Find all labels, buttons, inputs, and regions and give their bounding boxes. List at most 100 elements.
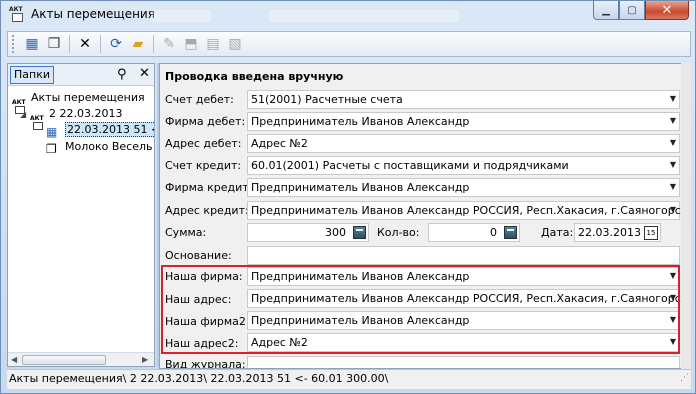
close-window-button[interactable]: ✕: [645, 1, 689, 20]
tree-node-group[interactable]: ◢ АКТ 2 22.03.2013: [20, 106, 123, 130]
chevron-down-icon[interactable]: ▼: [670, 138, 676, 147]
debit-account-label: Счет дебет:: [165, 93, 234, 106]
basis-input[interactable]: [247, 246, 680, 265]
quantity-input[interactable]: 0: [428, 223, 520, 242]
chevron-down-icon[interactable]: ▼: [670, 94, 676, 103]
debit-address-select[interactable]: Адрес №2 ▼: [247, 134, 680, 153]
maximize-icon: ▢: [627, 4, 637, 16]
scrollbar-thumb[interactable]: [22, 355, 106, 365]
window-title: Акты перемещения: [31, 7, 155, 21]
folders-pane: Папки ⚲ ✕ АКТ Акты перемещения ◢ АКТ 2 22.0…: [7, 63, 155, 367]
sum-input[interactable]: 300: [247, 223, 369, 242]
refresh-icon: ⟳: [110, 36, 122, 52]
post-icon: ▤: [206, 36, 220, 52]
calculator-icon[interactable]: [504, 226, 517, 239]
calculator-icon[interactable]: [353, 226, 366, 239]
status-bar: Акты перемещения\ 2 22.03.2013\ 22.03.20…: [7, 369, 691, 389]
sum-value: 300: [325, 226, 346, 239]
quantity-label: Кол-во:: [377, 226, 420, 239]
basis-label: Основание:: [165, 249, 232, 262]
unpost-icon: ▧: [228, 36, 242, 52]
close-icon[interactable]: ✕: [139, 66, 150, 81]
highlight-box: [161, 265, 680, 354]
debit-account-value: 51(2001) Расчетные счета: [251, 93, 403, 106]
scroll-left-icon[interactable]: ◀: [11, 355, 17, 364]
title-bar: АКТ Акты перемещения ▁ ▢ ✕: [1, 1, 695, 29]
act-doc-icon: АКТ: [30, 116, 46, 130]
new-doc-button[interactable]: ▦: [21, 34, 43, 54]
chevron-down-icon[interactable]: ▼: [670, 205, 676, 214]
sum-label: Сумма:: [165, 226, 207, 239]
credit-account-label: Счет кредит:: [165, 159, 242, 172]
stamp-icon: ⬒: [184, 36, 198, 52]
credit-firm-select[interactable]: Предприниматель Иванов Александр ▼: [247, 178, 680, 197]
expand-arrow-icon[interactable]: ◢: [20, 107, 30, 123]
delete-icon: ✕: [79, 36, 91, 52]
debit-account-select[interactable]: 51(2001) Расчетные счета ▼: [247, 90, 680, 109]
stamp-button[interactable]: ⬒: [180, 34, 202, 54]
tree-node-root[interactable]: АКТ Акты перемещения: [12, 90, 145, 114]
title-icon-text: АКТ: [9, 6, 23, 13]
entry-doc-icon: ▦: [46, 125, 58, 139]
toolbar-grip[interactable]: [12, 35, 15, 53]
tree-node-selected[interactable]: ▦ 22.03.2013 51 <: [46, 122, 154, 139]
credit-firm-label: Фирма кредит:: [165, 181, 253, 194]
form-heading: Проводка введена вручную: [165, 70, 344, 83]
eraser-button[interactable]: ✎: [158, 34, 180, 54]
tree-node-item[interactable]: ❐ Молоко Весель: [46, 139, 153, 156]
eraser-icon: ✎: [163, 36, 175, 52]
minimize-icon: ▁: [602, 4, 610, 16]
chevron-down-icon[interactable]: ▼: [670, 116, 676, 125]
unpost-button[interactable]: ▧: [224, 34, 246, 54]
new-doc-icon: ▦: [25, 36, 39, 52]
calendar-icon[interactable]: 15: [644, 226, 658, 240]
journal-type-select[interactable]: [247, 356, 680, 368]
copy-icon: ❐: [47, 36, 61, 52]
debit-firm-select[interactable]: Предприниматель Иванов Александр ▼: [247, 112, 680, 131]
horizontal-scrollbar[interactable]: ◀ ▶: [8, 352, 154, 366]
copy-button[interactable]: ❐: [43, 34, 65, 54]
chevron-down-icon[interactable]: ▼: [670, 160, 676, 169]
credit-account-value: 60.01(2001) Расчеты с поставщиками и под…: [251, 159, 569, 172]
chevron-down-icon[interactable]: ▼: [670, 182, 676, 191]
tree-node-label: 2 22.03.2013: [49, 107, 123, 120]
credit-address-select[interactable]: Предприниматель Иванов Александр РОССИЯ,…: [247, 201, 687, 220]
resize-grip-icon[interactable]: ⋰: [680, 369, 689, 387]
credit-address-label: Адрес кредит:: [165, 204, 249, 217]
minimize-button[interactable]: ▁: [593, 1, 619, 20]
journal-type-label: Вид журнала:: [165, 358, 246, 369]
tree-node-label: Молоко Весель: [65, 140, 153, 153]
debit-address-label: Адрес дебет:: [165, 137, 242, 150]
tree-node-label: 22.03.2013 51 <: [65, 122, 154, 137]
toolbar: ▦ ❐ ✕ ⟳ ▰ ✎ ⬒ ▤ ▧: [7, 31, 691, 57]
credit-firm-value: Предприниматель Иванов Александр: [251, 181, 470, 194]
credit-account-select[interactable]: 60.01(2001) Расчеты с поставщиками и под…: [247, 156, 680, 175]
folder-button[interactable]: ▰: [127, 34, 149, 54]
post-button[interactable]: ▤: [202, 34, 224, 54]
delete-button[interactable]: ✕: [74, 34, 96, 54]
credit-address-value: Предприниматель Иванов Александр РОССИЯ,…: [251, 204, 688, 217]
status-text: Акты перемещения\ 2 22.03.2013\ 22.03.20…: [9, 372, 389, 385]
binoculars-icon[interactable]: ⚲: [117, 67, 127, 82]
date-value: 22.03.2013: [578, 226, 641, 239]
folder-icon: ▰: [132, 36, 144, 52]
window-controls: ▁ ▢ ✕: [593, 1, 689, 20]
date-label: Дата:: [541, 226, 574, 239]
scroll-right-icon[interactable]: ▶: [142, 355, 148, 364]
tree-node-label: Акты перемещения: [31, 91, 145, 104]
debit-firm-value: Предприниматель Иванов Александр: [251, 115, 470, 128]
vertical-scrollbar[interactable]: [681, 63, 691, 369]
refresh-button[interactable]: ⟳: [105, 34, 127, 54]
date-input[interactable]: 22.03.2013 15: [574, 223, 661, 242]
close-icon: ✕: [661, 2, 673, 18]
folder-tree: АКТ Акты перемещения ◢ АКТ 2 22.03.2013 ▦ 22…: [8, 88, 154, 352]
app-window: АКТ Акты перемещения ▁ ▢ ✕ ▦ ❐ ✕ ⟳ ▰ ✎ ⬒…: [0, 0, 696, 394]
debit-address-value: Адрес №2: [251, 137, 308, 150]
folders-pane-header: Папки ⚲ ✕: [8, 64, 154, 86]
maximize-button[interactable]: ▢: [619, 1, 645, 20]
debit-firm-label: Фирма дебет:: [165, 115, 246, 128]
quantity-value: 0: [490, 226, 497, 239]
folders-tab[interactable]: Папки: [10, 66, 54, 84]
act-doc-icon: АКТ: [9, 6, 25, 22]
invoice-icon: ❐: [46, 142, 57, 156]
